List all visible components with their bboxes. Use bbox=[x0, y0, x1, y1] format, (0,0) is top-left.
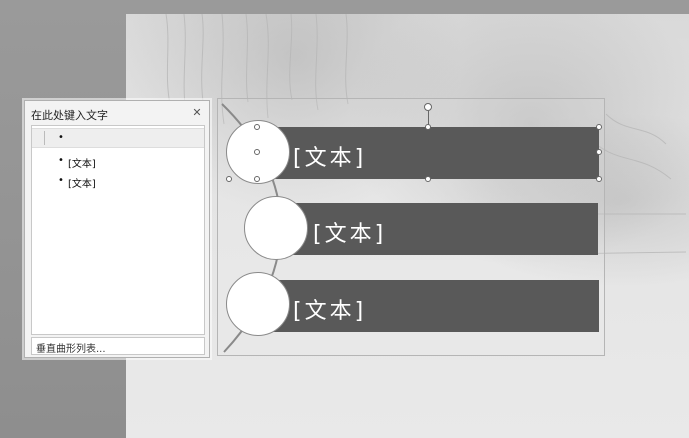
bullet-icon: • bbox=[58, 155, 64, 166]
text-pane[interactable]: 在此处键入文字 ✕ • • [文本] • [文本] 垂直曲形列表... bbox=[24, 100, 210, 358]
row-marker bbox=[34, 131, 45, 145]
text-pane-footer: 垂直曲形列表... bbox=[31, 337, 205, 355]
layout-name-link[interactable]: 垂直曲形列表... bbox=[36, 340, 106, 355]
rotate-handle[interactable] bbox=[424, 103, 432, 111]
list-item-bar[interactable]: [文本] bbox=[257, 127, 599, 179]
close-icon[interactable]: ✕ bbox=[191, 107, 203, 119]
resize-handle[interactable] bbox=[226, 176, 232, 182]
resize-handle[interactable] bbox=[254, 176, 260, 182]
resize-handle[interactable] bbox=[425, 176, 431, 182]
list-item-circle[interactable] bbox=[244, 196, 308, 260]
resize-handle[interactable] bbox=[254, 124, 260, 130]
text-pane-item[interactable]: • [文本] bbox=[32, 152, 204, 170]
resize-handle[interactable] bbox=[596, 176, 602, 182]
list-item-circle[interactable] bbox=[226, 272, 290, 336]
resize-handle[interactable] bbox=[425, 124, 431, 130]
text-pane-item[interactable]: • bbox=[32, 128, 204, 148]
text-pane-item-text[interactable]: [文本] bbox=[68, 175, 96, 190]
resize-handle[interactable] bbox=[596, 149, 602, 155]
text-pane-title: 在此处键入文字 bbox=[31, 109, 108, 122]
list-item-bar[interactable]: [文本] bbox=[276, 203, 598, 255]
bullet-icon: • bbox=[58, 175, 64, 186]
list-item-text[interactable]: [文本] bbox=[313, 216, 386, 248]
list-item-text[interactable]: [文本] bbox=[293, 140, 366, 172]
text-pane-editor[interactable]: • • [文本] • [文本] bbox=[31, 125, 205, 335]
list-item-text[interactable]: [文本] bbox=[293, 293, 366, 325]
list-item-bar[interactable]: [文本] bbox=[257, 280, 599, 332]
text-pane-item-text[interactable]: [文本] bbox=[68, 155, 96, 170]
text-pane-item[interactable]: • [文本] bbox=[32, 172, 204, 190]
bullet-icon: • bbox=[58, 132, 64, 143]
resize-handle[interactable] bbox=[596, 124, 602, 130]
resize-handle[interactable] bbox=[254, 149, 260, 155]
